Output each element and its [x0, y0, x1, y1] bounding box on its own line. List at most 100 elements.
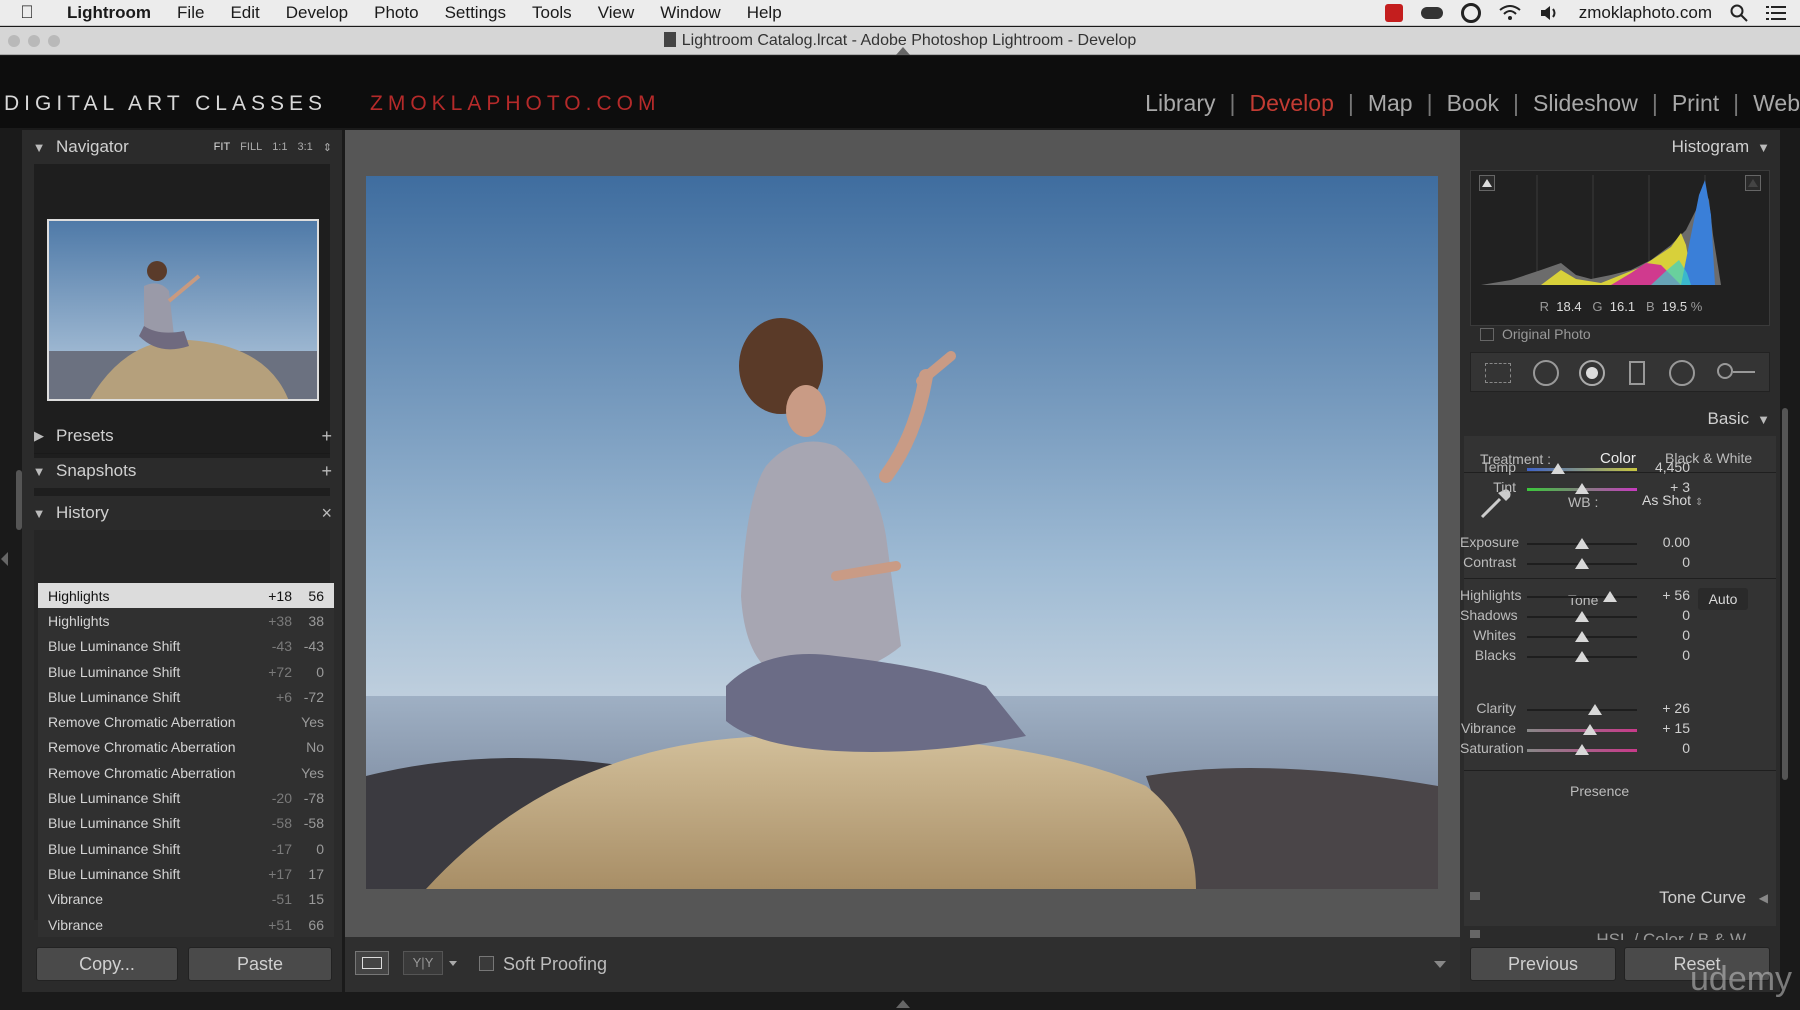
- temp-value[interactable]: 4,450: [1630, 459, 1690, 475]
- history-item[interactable]: Blue Luminance Shift +72 0: [38, 658, 334, 685]
- glasses-icon[interactable]: [1420, 7, 1443, 19]
- adjustment-brush-tool-icon[interactable]: [1717, 363, 1757, 379]
- history-item[interactable]: Blue Luminance Shift -20 -78: [38, 785, 334, 811]
- soft-proofing-checkbox[interactable]: [479, 956, 494, 971]
- module-library[interactable]: Library: [1131, 90, 1229, 117]
- exposure-value[interactable]: 0.00: [1630, 534, 1690, 550]
- apple-menu-icon[interactable]: : [0, 2, 54, 23]
- loupe-view-button[interactable]: [355, 951, 389, 975]
- history-header[interactable]: ▼ History ×: [22, 496, 342, 530]
- zoom-window-button[interactable]: [48, 35, 60, 47]
- history-item[interactable]: Blue Luminance Shift +6 -72: [38, 684, 334, 710]
- shadows-slider-thumb[interactable]: [1575, 611, 1589, 622]
- basic-header[interactable]: Basic ▼: [1460, 402, 1780, 436]
- tone-curve-toggle[interactable]: [1470, 892, 1480, 900]
- presets-header[interactable]: ▶ Presets +: [22, 419, 342, 453]
- left-panel-toggle-icon[interactable]: [1, 552, 8, 566]
- histogram-header[interactable]: Histogram ▼: [1460, 130, 1780, 164]
- whites-value[interactable]: 0: [1630, 627, 1690, 643]
- close-window-button[interactable]: [8, 35, 20, 47]
- zoom-1-1[interactable]: 1:1: [272, 141, 287, 154]
- history-item[interactable]: Blue Luminance Shift +17 17: [38, 861, 334, 887]
- copy-button[interactable]: Copy...: [36, 947, 178, 981]
- history-item[interactable]: Blue Luminance Shift -17 0: [38, 835, 334, 862]
- menu-tools[interactable]: Tools: [519, 3, 585, 23]
- menu-file[interactable]: File: [164, 3, 217, 23]
- highlights-value[interactable]: + 56: [1630, 587, 1690, 603]
- history-item[interactable]: Vibrance -51 15: [38, 886, 334, 912]
- clear-history-icon[interactable]: ×: [321, 503, 332, 524]
- navigator-thumbnail[interactable]: [47, 219, 319, 401]
- exposure-slider-thumb[interactable]: [1575, 538, 1589, 549]
- filmstrip-toggle-icon[interactable]: [896, 1000, 910, 1008]
- module-develop[interactable]: Develop: [1235, 90, 1347, 117]
- history-item[interactable]: Highlights +38 38: [38, 608, 334, 634]
- zoom-3-1[interactable]: 3:1: [297, 141, 312, 154]
- menu-view[interactable]: View: [585, 3, 648, 23]
- history-item[interactable]: Blue Luminance Shift -58 -58: [38, 810, 334, 836]
- menu-help[interactable]: Help: [734, 3, 795, 23]
- module-map[interactable]: Map: [1354, 90, 1427, 117]
- red-eye-tool-icon[interactable]: [1579, 360, 1605, 386]
- hsl-toggle[interactable]: [1470, 930, 1480, 938]
- temp-slider-thumb[interactable]: [1550, 463, 1565, 474]
- minimize-window-button[interactable]: [28, 35, 40, 47]
- saturation-slider-thumb[interactable]: [1575, 744, 1589, 755]
- tint-value[interactable]: + 3: [1630, 479, 1690, 495]
- crop-tool-icon[interactable]: [1485, 363, 1511, 383]
- spotlight-search-icon[interactable]: [1730, 4, 1748, 22]
- add-snapshot-icon[interactable]: +: [321, 461, 332, 482]
- module-print[interactable]: Print: [1658, 90, 1733, 117]
- whites-slider-thumb[interactable]: [1575, 631, 1589, 642]
- graduated-filter-tool-icon[interactable]: [1629, 361, 1645, 385]
- tone-curve-header[interactable]: Tone Curve ◀: [1464, 882, 1776, 916]
- blacks-value[interactable]: 0: [1630, 647, 1690, 663]
- shadows-value[interactable]: 0: [1630, 607, 1690, 623]
- menu-edit[interactable]: Edit: [217, 3, 272, 23]
- history-item[interactable]: Remove Chromatic Aberration No: [38, 734, 334, 761]
- history-item[interactable]: Highlights +18 56: [38, 583, 334, 609]
- history-item[interactable]: Blue Luminance Shift -43 -43: [38, 633, 334, 659]
- wifi-icon[interactable]: [1499, 5, 1521, 21]
- clarity-slider-thumb[interactable]: [1588, 704, 1603, 715]
- menu-develop[interactable]: Develop: [273, 3, 361, 23]
- snapshots-header[interactable]: ▼ Snapshots +: [22, 454, 342, 488]
- recording-icon[interactable]: [1384, 4, 1403, 22]
- zoom-fit[interactable]: FIT: [214, 141, 231, 154]
- clarity-slider[interactable]: [1527, 709, 1637, 711]
- paste-button[interactable]: Paste: [188, 947, 332, 981]
- menu-settings[interactable]: Settings: [432, 3, 519, 23]
- original-photo-checkbox[interactable]: [1480, 328, 1494, 341]
- contrast-value[interactable]: 0: [1630, 554, 1690, 570]
- right-panel-scrollbar[interactable]: [1782, 408, 1788, 780]
- notification-list-icon[interactable]: [1766, 5, 1786, 21]
- zoom-fill[interactable]: FILL: [240, 141, 262, 154]
- menu-photo[interactable]: Photo: [361, 3, 431, 23]
- module-web[interactable]: Web: [1739, 90, 1800, 117]
- blacks-slider-thumb[interactable]: [1575, 651, 1589, 662]
- temp-slider[interactable]: [1527, 468, 1637, 471]
- add-preset-icon[interactable]: +: [321, 426, 332, 447]
- radial-filter-tool-icon[interactable]: [1669, 360, 1695, 386]
- contrast-slider-thumb[interactable]: [1575, 558, 1589, 569]
- module-slideshow[interactable]: Slideshow: [1519, 90, 1652, 117]
- highlights-slider[interactable]: [1527, 596, 1637, 598]
- hsl-header[interactable]: HSL / Color / B & W: [1464, 918, 1776, 940]
- highlights-slider-thumb[interactable]: [1602, 591, 1617, 602]
- previous-button[interactable]: Previous: [1470, 947, 1616, 981]
- clarity-value[interactable]: + 26: [1630, 700, 1690, 716]
- before-after-button[interactable]: Y|Y: [403, 951, 443, 975]
- tone-auto-button[interactable]: Auto: [1698, 588, 1748, 610]
- volume-icon[interactable]: [1539, 5, 1561, 21]
- spot-removal-tool-icon[interactable]: [1533, 360, 1559, 386]
- before-after-dropdown-icon[interactable]: [449, 961, 457, 966]
- toolbar-menu-icon[interactable]: [1434, 961, 1446, 968]
- histogram-graph[interactable]: [1481, 175, 1761, 285]
- vibrance-value[interactable]: + 15: [1630, 720, 1690, 736]
- zoom-stepper-icon[interactable]: ⇕: [323, 141, 332, 154]
- history-item[interactable]: Remove Chromatic Aberration Yes: [38, 709, 334, 735]
- history-item[interactable]: Vibrance +51 66: [38, 911, 334, 938]
- top-panel-toggle-icon[interactable]: [896, 47, 910, 55]
- module-book[interactable]: Book: [1433, 90, 1513, 117]
- history-item[interactable]: Remove Chromatic Aberration Yes: [38, 760, 334, 786]
